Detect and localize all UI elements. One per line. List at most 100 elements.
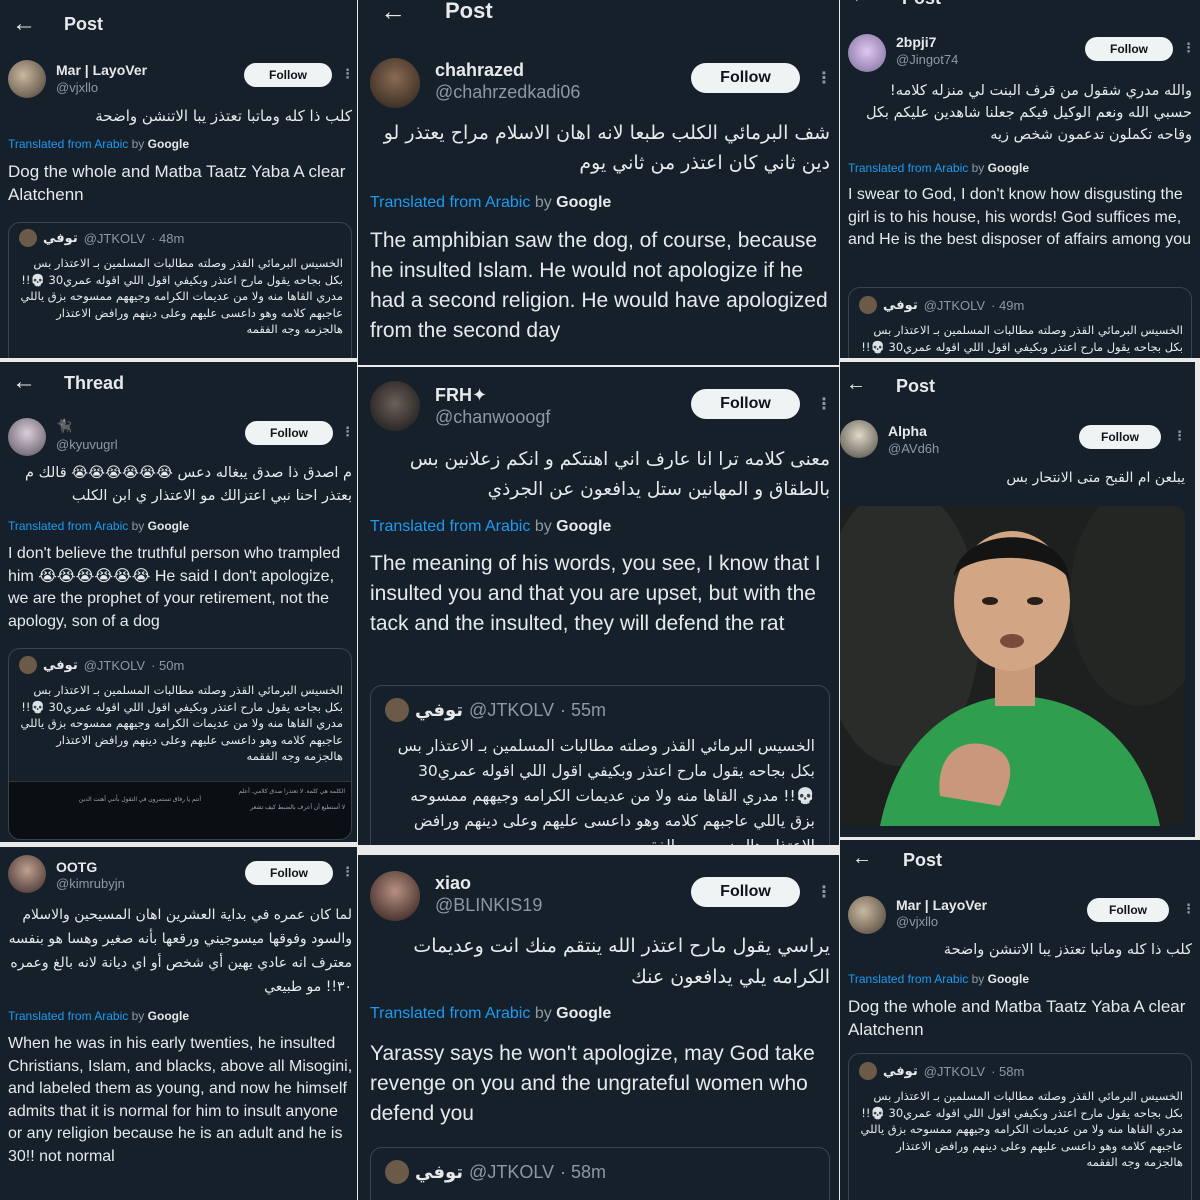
translated-from-text[interactable]: Translated from Arabic <box>848 972 968 986</box>
translated-from-text[interactable]: Translated from Arabic <box>8 1009 128 1023</box>
translated-from-text[interactable]: Translated from Arabic <box>8 519 128 533</box>
follow-button[interactable]: Follow <box>1087 898 1169 922</box>
translated-from-text[interactable]: Translated from Arabic <box>370 194 530 211</box>
by-text: by <box>131 137 145 151</box>
google-logo: Google <box>147 137 189 151</box>
quoted-avatar <box>859 296 877 314</box>
more-options-icon[interactable]: ⋮ <box>816 882 832 902</box>
follow-button[interactable]: Follow <box>691 63 800 93</box>
user-handle[interactable]: @vjxllo <box>56 80 98 95</box>
more-options-icon[interactable]: ⋮ <box>816 68 832 88</box>
quoted-avatar <box>385 1160 409 1184</box>
quoted-tweet[interactable]: توفي @JTKOLV · 49m الخسيس البرمائي القذر… <box>848 287 1192 358</box>
tweet-text-arabic: م اصدق ذا صدق يبغاله دعس 😭😭😭😭😭😭 قالك م ب… <box>25 465 352 504</box>
tweet-text-arabic: لما كان عمره في بداية العشرين اهان المسي… <box>8 907 352 995</box>
translated-text: When he was in his early twenties, he in… <box>8 1035 353 1165</box>
quoted-tweet[interactable]: توفي @JTKOLV · 55m الخسيس البرمائي القذر… <box>370 685 830 845</box>
translated-from-text[interactable]: Translated from Arabic <box>848 161 968 175</box>
tweet-text-arabic: يبلعن ام القبح متى الانتحار بس <box>1006 470 1185 486</box>
translation-label[interactable]: Translated from Arabic by Google <box>370 194 611 212</box>
follow-button[interactable]: Follow <box>691 389 800 419</box>
follow-button[interactable]: Follow <box>691 877 800 907</box>
avatar[interactable] <box>8 60 46 98</box>
translation-label[interactable]: Translated from Arabic by Google <box>8 137 189 151</box>
user-handle[interactable]: @AVd6h <box>888 441 939 456</box>
google-logo: Google <box>987 161 1029 175</box>
thread-panel: ← Thread 🐈‍⬛ @kyuvugrl Follow ⋮ م اصدق ذ… <box>0 362 357 842</box>
post-panel-2: ← Post chahrazed @chahrzedkadi06 Follow … <box>358 0 839 365</box>
user-handle[interactable]: @chanwooogf <box>435 407 550 428</box>
by-text: by <box>534 1005 552 1022</box>
translated-from-text[interactable]: Translated from Arabic <box>370 1005 530 1022</box>
user-handle[interactable]: @Jingot74 <box>896 52 958 67</box>
avatar[interactable] <box>848 896 886 934</box>
follow-button[interactable]: Follow <box>1085 37 1173 61</box>
page-title: Post <box>902 0 941 9</box>
user-handle[interactable]: @kyuvugrl <box>56 437 118 452</box>
user-name[interactable]: xiao <box>435 873 471 894</box>
user-name[interactable]: 🐈‍⬛ <box>56 418 72 434</box>
back-arrow-icon[interactable]: ← <box>850 0 870 6</box>
translated-from-text[interactable]: Translated from Arabic <box>8 137 128 151</box>
avatar[interactable] <box>848 34 886 72</box>
avatar[interactable] <box>370 381 420 431</box>
translated-text: The meaning of his words, you see, I kno… <box>370 552 821 635</box>
translated-from-text[interactable]: Translated from Arabic <box>370 518 530 535</box>
quoted-user-name: توفي <box>415 699 464 720</box>
post-panel-7: xiao @BLINKIS19 Follow ⋮ يراسي يقول مارح… <box>358 855 839 1200</box>
back-arrow-icon[interactable]: ← <box>846 374 866 394</box>
user-handle[interactable]: @BLINKIS19 <box>435 895 542 916</box>
user-handle[interactable]: @chahrzedkadi06 <box>435 82 580 103</box>
more-options-icon[interactable]: ⋮ <box>341 424 354 440</box>
quoted-media[interactable]: الكلمه هي كلمة. لا تعتذر! صدق كلامي. أعل… <box>9 781 351 839</box>
avatar[interactable] <box>840 420 878 458</box>
page-title: Post <box>896 376 936 396</box>
avatar[interactable] <box>370 58 420 108</box>
follow-button[interactable]: Follow <box>1079 425 1161 449</box>
user-name[interactable]: Mar | LayoVer <box>896 897 987 913</box>
back-arrow-icon[interactable]: ← <box>12 370 36 394</box>
user-handle[interactable]: @vjxllo <box>896 914 938 929</box>
back-arrow-icon[interactable]: ← <box>852 848 872 868</box>
quoted-tweet[interactable]: توفي @JTKOLV · 48m الخسيس البرمائي القذر… <box>8 222 352 358</box>
user-name[interactable]: Mar | LayoVer <box>56 62 147 78</box>
back-arrow-icon[interactable]: ← <box>380 0 406 24</box>
video-thumbnail[interactable] <box>840 506 1185 826</box>
more-options-icon[interactable]: ⋮ <box>341 66 354 82</box>
follow-button[interactable]: Follow <box>245 861 333 885</box>
more-options-icon[interactable]: ⋮ <box>1182 901 1195 917</box>
quoted-tweet[interactable]: توفي @JTKOLV · 58m الخسيس البرمائي القذر… <box>848 1053 1192 1200</box>
translation-label[interactable]: Translated from Arabic by Google <box>848 161 1029 175</box>
avatar[interactable] <box>8 418 46 456</box>
avatar[interactable] <box>8 855 46 893</box>
back-arrow-icon[interactable]: ← <box>12 12 36 36</box>
user-name[interactable]: OOTG <box>56 859 97 875</box>
more-options-icon[interactable]: ⋮ <box>1173 428 1186 444</box>
quoted-avatar <box>859 1062 877 1080</box>
avatar[interactable] <box>370 871 420 921</box>
translation-label[interactable]: Translated from Arabic by Google <box>370 518 611 536</box>
translation-label[interactable]: Translated from Arabic by Google <box>8 519 189 533</box>
translation-label[interactable]: Translated from Arabic by Google <box>848 972 1029 986</box>
follow-button[interactable]: Follow <box>245 421 333 445</box>
quoted-handle: @JTKOLV <box>83 657 146 673</box>
user-name[interactable]: 2bpji7 <box>896 34 936 50</box>
follow-button[interactable]: Follow <box>244 63 332 87</box>
more-options-icon[interactable]: ⋮ <box>816 394 832 414</box>
quoted-text: الخسيس البرمائي القذر وصلته مطالبات المس… <box>20 256 343 336</box>
google-logo: Google <box>556 518 612 535</box>
user-name[interactable]: Alpha <box>888 423 927 439</box>
more-options-icon[interactable]: ⋮ <box>1182 40 1195 56</box>
user-name[interactable]: FRH✦ <box>435 385 487 406</box>
user-handle[interactable]: @kimrubyjn <box>56 876 125 891</box>
page-title: Post <box>64 14 104 34</box>
quoted-tweet[interactable]: توفي @JTKOLV · 50m الخسيس البرمائي القذر… <box>8 648 352 840</box>
quoted-tweet[interactable]: توفي @JTKOLV · 58m <box>370 1147 830 1200</box>
person-photo-icon <box>840 506 1185 826</box>
page-title: Post <box>903 850 943 870</box>
more-options-icon[interactable]: ⋮ <box>341 864 354 880</box>
user-name[interactable]: chahrazed <box>435 60 524 81</box>
post-panel-4: FRH✦ @chanwooogf Follow ⋮ معنى كلامه ترا… <box>358 367 839 845</box>
translation-label[interactable]: Translated from Arabic by Google <box>8 1009 189 1023</box>
translation-label[interactable]: Translated from Arabic by Google <box>370 1005 611 1023</box>
